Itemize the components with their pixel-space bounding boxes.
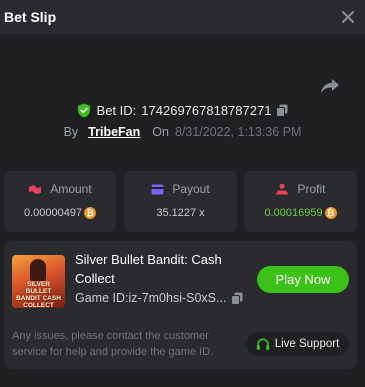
bet-slip-modal: Bet Slip Bet ID: 174269767818787271 By T… — [0, 0, 365, 387]
game-id-row: Game ID: iz-7m0hsi-S0xS... — [75, 291, 243, 305]
amount-value: 0.00000497 — [23, 207, 83, 219]
thumbnail-title: SILVER BULLET BANDIT CASH COLLECT — [16, 281, 61, 308]
amount-header: Amount — [4, 182, 116, 196]
payout-header: Payout — [124, 182, 237, 196]
amount-value-row: 0.00000497 ₿ — [4, 207, 116, 219]
profit-header: Profit — [244, 182, 357, 196]
share-button[interactable] — [320, 77, 340, 95]
amount-stat: Amount 0.00000497 ₿ — [4, 171, 116, 232]
game-id-label: Game ID: — [75, 291, 129, 305]
live-support-button[interactable]: Live Support — [246, 332, 349, 356]
btc-icon: ₿ — [84, 207, 97, 219]
game-card: SILVER BULLET BANDIT CASH COLLECT Silver… — [4, 241, 357, 369]
payout-value: 35.1227 x — [156, 207, 205, 219]
profit-label: Profit — [297, 182, 326, 196]
bandit-figure-image — [30, 259, 46, 281]
bet-id-value: 174269767818787271 — [141, 102, 272, 118]
game-name: Silver Bullet Bandit: Cash Collect — [75, 252, 222, 286]
payout-label: Payout — [172, 182, 210, 196]
game-thumbnail[interactable]: SILVER BULLET BANDIT CASH COLLECT — [12, 255, 65, 308]
support-notice: Any issues, please contact the customer … — [12, 330, 214, 358]
close-icon — [342, 11, 354, 23]
bet-id-label: Bet ID: — [96, 102, 137, 118]
btc-icon: ₿ — [324, 207, 337, 219]
headset-icon — [256, 337, 269, 350]
profit-value: 0.00016959 — [264, 207, 323, 219]
shield-check-icon — [77, 103, 90, 117]
bet-date: 8/31/2022, 1:13:36 PM — [174, 125, 302, 139]
payout-value-row: 35.1227 x — [124, 207, 237, 219]
profit-stat: Profit 0.00016959 ₿ — [244, 171, 357, 232]
game-id-value: iz-7m0hsi-S0xS... — [128, 291, 227, 305]
bet-id-row: Bet ID: 174269767818787271 — [0, 100, 365, 120]
close-button[interactable] — [339, 8, 357, 26]
modal-title: Bet Slip — [4, 9, 57, 25]
profit-icon — [275, 183, 289, 195]
bet-meta-row: By TribeFan On 8/31/2022, 1:13:36 PM — [0, 123, 365, 141]
play-now-button[interactable]: Play Now — [257, 266, 349, 293]
payout-stat: Payout 35.1227 x — [124, 171, 237, 232]
wallet-icon — [151, 184, 164, 194]
share-icon — [321, 79, 339, 93]
copy-bet-id-icon[interactable] — [276, 104, 288, 117]
amount-icon — [29, 184, 42, 194]
by-label: By — [63, 125, 79, 139]
profit-value-row: 0.00016959 ₿ — [244, 207, 357, 219]
username-link[interactable]: TribeFan — [88, 125, 140, 139]
amount-label: Amount — [50, 182, 92, 196]
modal-header: Bet Slip — [0, 0, 365, 34]
live-support-label: Live Support — [274, 338, 340, 350]
on-label: On — [152, 125, 169, 139]
copy-game-id-icon[interactable] — [231, 292, 243, 305]
